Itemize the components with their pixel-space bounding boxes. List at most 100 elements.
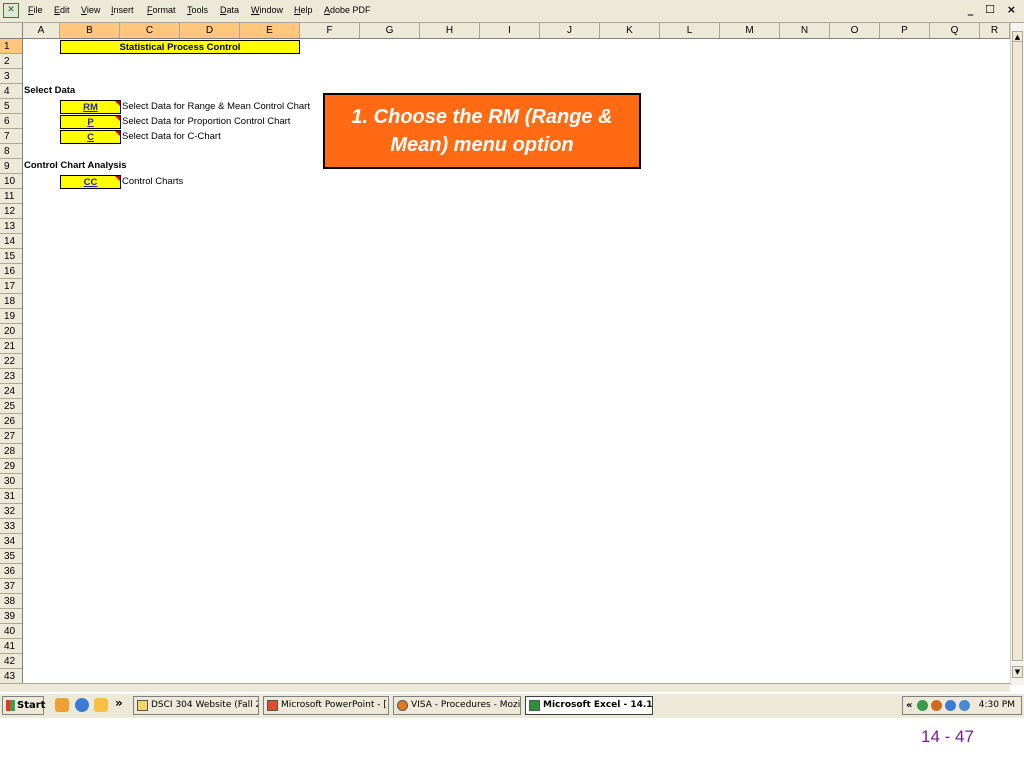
task-dsci-website[interactable]: DSCI 304 Website (Fall 2... <box>133 696 259 715</box>
row-header-15[interactable]: 15 <box>0 249 22 264</box>
menu-adobe-pdf[interactable]: Adobe PDF <box>324 5 371 15</box>
title-cell[interactable]: Statistical Process Control <box>60 40 300 54</box>
column-header-d[interactable]: D <box>180 23 240 38</box>
row-header-31[interactable]: 31 <box>0 489 22 504</box>
menu-help[interactable]: Help <box>294 5 313 15</box>
row-header-7[interactable]: 7 <box>0 129 22 144</box>
cc-button[interactable]: CC <box>60 175 121 189</box>
column-header-g[interactable]: G <box>360 23 420 38</box>
column-header-i[interactable]: I <box>480 23 540 38</box>
row-header-20[interactable]: 20 <box>0 324 22 339</box>
row-header-43[interactable]: 43 <box>0 669 22 684</box>
row-header-42[interactable]: 42 <box>0 654 22 669</box>
menu-tools[interactable]: Tools <box>187 5 208 15</box>
column-header-n[interactable]: N <box>780 23 830 38</box>
row-header-19[interactable]: 19 <box>0 309 22 324</box>
folder-icon <box>137 700 148 711</box>
row-header-25[interactable]: 25 <box>0 399 22 414</box>
row-header-28[interactable]: 28 <box>0 444 22 459</box>
row-header-37[interactable]: 37 <box>0 579 22 594</box>
task-firefox[interactable]: VISA - Procedures - Mozil... <box>393 696 521 715</box>
row-header-1[interactable]: 1 <box>0 39 22 54</box>
row-header-40[interactable]: 40 <box>0 624 22 639</box>
row-header-35[interactable]: 35 <box>0 549 22 564</box>
menu-edit[interactable]: Edit <box>54 5 70 15</box>
update-icon[interactable] <box>931 700 942 711</box>
column-header-c[interactable]: C <box>120 23 180 38</box>
row-header-17[interactable]: 17 <box>0 279 22 294</box>
row-header-2[interactable]: 2 <box>0 54 22 69</box>
menu-insert[interactable]: Insert <box>111 5 134 15</box>
firefox-icon <box>397 700 408 711</box>
row-header-27[interactable]: 27 <box>0 429 22 444</box>
row-header-4[interactable]: 4 <box>0 84 22 99</box>
row-header-39[interactable]: 39 <box>0 609 22 624</box>
row-header-13[interactable]: 13 <box>0 219 22 234</box>
row-header-23[interactable]: 23 <box>0 369 22 384</box>
menu-window[interactable]: Window <box>251 5 283 15</box>
row-header-8[interactable]: 8 <box>0 144 22 159</box>
row-header-33[interactable]: 33 <box>0 519 22 534</box>
column-header-f[interactable]: F <box>300 23 360 38</box>
menu-data[interactable]: Data <box>220 5 239 15</box>
column-header-q[interactable]: Q <box>930 23 980 38</box>
column-header-e[interactable]: E <box>240 23 300 38</box>
column-header-p[interactable]: P <box>880 23 930 38</box>
column-header-j[interactable]: J <box>540 23 600 38</box>
column-header-b[interactable]: B <box>60 23 120 38</box>
row-header-12[interactable]: 12 <box>0 204 22 219</box>
column-header-h[interactable]: H <box>420 23 480 38</box>
row-header-21[interactable]: 21 <box>0 339 22 354</box>
row-header-10[interactable]: 10 <box>0 174 22 189</box>
row-header-5[interactable]: 5 <box>0 99 22 114</box>
column-header-a[interactable]: A <box>23 23 60 38</box>
column-header-l[interactable]: L <box>660 23 720 38</box>
row-header-18[interactable]: 18 <box>0 294 22 309</box>
rm-button[interactable]: RM <box>60 100 121 114</box>
row-header-14[interactable]: 14 <box>0 234 22 249</box>
row-header-26[interactable]: 26 <box>0 414 22 429</box>
tray-chevron[interactable]: « <box>906 697 912 714</box>
start-button[interactable]: Start <box>2 696 45 715</box>
row-header-29[interactable]: 29 <box>0 459 22 474</box>
vertical-scrollbar[interactable]: ▲ ▼ <box>1010 23 1024 685</box>
task-excel[interactable]: Microsoft Excel - 14.1 ... <box>525 696 653 715</box>
menu-format[interactable]: Format <box>147 5 176 15</box>
row-header-36[interactable]: 36 <box>0 564 22 579</box>
column-header-m[interactable]: M <box>720 23 780 38</box>
p-button[interactable]: P <box>60 115 121 129</box>
horizontal-scrollbar[interactable] <box>0 683 1010 692</box>
menu-file[interactable]: File <box>28 5 43 15</box>
quicklaunch-icon[interactable] <box>55 698 69 712</box>
ie-icon[interactable] <box>75 698 89 712</box>
row-header-34[interactable]: 34 <box>0 534 22 549</box>
window-controls[interactable]: _ ☐ × <box>968 3 1020 16</box>
row-header-6[interactable]: 6 <box>0 114 22 129</box>
row-header-30[interactable]: 30 <box>0 474 22 489</box>
row-header-38[interactable]: 38 <box>0 594 22 609</box>
row-header-22[interactable]: 22 <box>0 354 22 369</box>
column-header-r[interactable]: R <box>980 23 1010 38</box>
column-header-k[interactable]: K <box>600 23 660 38</box>
select-all-corner[interactable] <box>0 23 23 38</box>
row-header-32[interactable]: 32 <box>0 504 22 519</box>
row-header-41[interactable]: 41 <box>0 639 22 654</box>
c-button[interactable]: C <box>60 130 121 144</box>
scroll-down-icon[interactable]: ▼ <box>1012 666 1023 678</box>
taskbar: Start » DSCI 304 Website (Fall 2... Micr… <box>0 693 1024 718</box>
column-header-o[interactable]: O <box>830 23 880 38</box>
menu-view[interactable]: View <box>81 5 100 15</box>
row-header-3[interactable]: 3 <box>0 69 22 84</box>
outlook-icon[interactable] <box>94 698 108 712</box>
excel-icon[interactable]: ✕ <box>3 3 19 18</box>
task-powerpoint[interactable]: Microsoft PowerPoint - [... <box>263 696 389 715</box>
row-header-11[interactable]: 11 <box>0 189 22 204</box>
security-icon[interactable] <box>945 700 956 711</box>
row-header-16[interactable]: 16 <box>0 264 22 279</box>
volume-icon[interactable] <box>959 700 970 711</box>
row-header-9[interactable]: 9 <box>0 159 22 174</box>
network-icon[interactable] <box>917 700 928 711</box>
scroll-thumb[interactable] <box>1012 41 1023 661</box>
quicklaunch-chevron[interactable]: » <box>115 696 123 710</box>
row-header-24[interactable]: 24 <box>0 384 22 399</box>
